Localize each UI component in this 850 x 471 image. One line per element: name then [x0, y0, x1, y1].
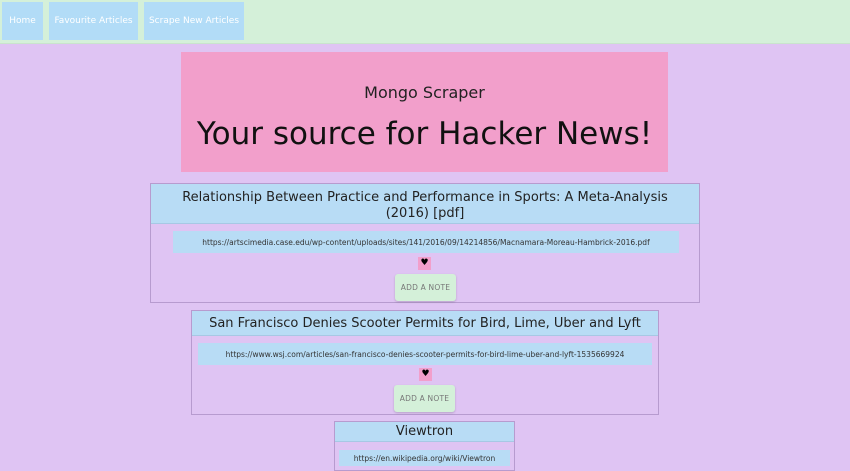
article-card: Relationship Between Practice and Perfor…: [150, 183, 700, 303]
nav-scrape-new-articles-button[interactable]: Scrape New Articles: [144, 2, 244, 40]
article-card: San Francisco Denies Scooter Permits for…: [191, 310, 659, 415]
navbar: Home Favourite Articles Scrape New Artic…: [0, 0, 850, 44]
app-name: Mongo Scraper: [364, 83, 485, 102]
article-title: Relationship Between Practice and Perfor…: [151, 184, 699, 224]
article-link[interactable]: https://artscimedia.case.edu/wp-content/…: [173, 231, 679, 253]
nav-home-button[interactable]: Home: [2, 2, 43, 40]
article-title: Viewtron: [335, 422, 514, 442]
article-title: San Francisco Denies Scooter Permits for…: [192, 311, 658, 336]
nav-favourite-articles-button[interactable]: Favourite Articles: [49, 2, 138, 40]
hero-title: Your source for Hacker News!: [196, 116, 653, 152]
add-note-button[interactable]: ADD A NOTE: [394, 385, 455, 412]
favourite-heart-icon[interactable]: ♥: [418, 257, 431, 270]
add-note-button[interactable]: ADD A NOTE: [395, 274, 456, 301]
article-link[interactable]: https://www.wsj.com/articles/san-francis…: [198, 343, 652, 365]
article-link[interactable]: https://en.wikipedia.org/wiki/Viewtron: [339, 450, 510, 466]
article-card: Viewtron https://en.wikipedia.org/wiki/V…: [334, 421, 515, 471]
favourite-heart-icon[interactable]: ♥: [419, 368, 432, 381]
hero-banner: Mongo Scraper Your source for Hacker New…: [181, 52, 668, 172]
